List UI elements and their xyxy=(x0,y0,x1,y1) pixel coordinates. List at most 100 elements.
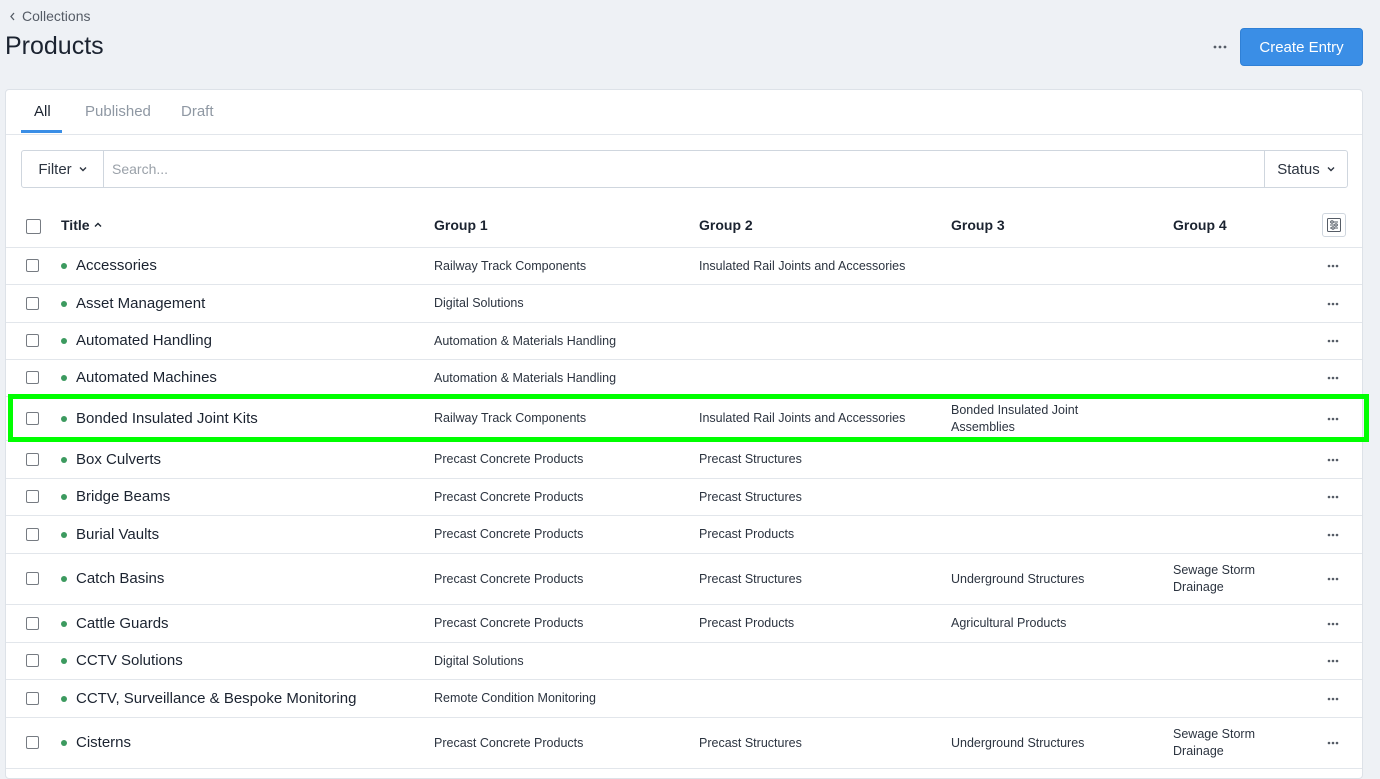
ellipsis-icon xyxy=(1327,264,1339,268)
tab-all[interactable]: All xyxy=(34,103,51,120)
table-row[interactable]: Asset Management Digital Solutions xyxy=(6,285,1362,323)
row-checkbox[interactable] xyxy=(26,572,39,585)
more-options-button[interactable] xyxy=(1208,38,1232,56)
row-actions-button[interactable] xyxy=(1323,528,1343,542)
filter-label: Filter xyxy=(38,160,72,178)
row-actions-button[interactable] xyxy=(1323,490,1343,504)
group2-cell: Precast Structures xyxy=(699,489,802,504)
row-checkbox[interactable] xyxy=(26,616,39,630)
row-checkbox[interactable] xyxy=(26,334,39,347)
ellipsis-icon xyxy=(1327,659,1339,663)
entry-title-link[interactable]: Box Culverts xyxy=(76,451,161,468)
group1-cell: Railway Track Components xyxy=(434,258,587,273)
table-row[interactable]: CCTV, Surveillance & Bespoke Monitoring … xyxy=(6,680,1362,718)
entry-title-link[interactable]: Cisterns xyxy=(76,734,131,751)
row-checkbox[interactable] xyxy=(26,452,39,466)
filter-button[interactable]: Filter xyxy=(22,151,104,187)
group2-cell: Precast Structures xyxy=(699,735,802,750)
ellipsis-icon xyxy=(1327,577,1339,581)
status-dot xyxy=(61,263,67,269)
breadcrumb-collections[interactable]: Collections xyxy=(9,8,90,24)
group3-cell: Underground Structures xyxy=(951,571,1085,586)
row-actions-button[interactable] xyxy=(1323,654,1343,668)
tab-published[interactable]: Published xyxy=(85,103,151,120)
entry-title-link[interactable]: Asset Management xyxy=(76,295,205,312)
row-actions-button[interactable] xyxy=(1323,297,1343,311)
row-actions-button[interactable] xyxy=(1323,692,1343,706)
row-checkbox[interactable] xyxy=(26,371,39,384)
status-dot xyxy=(61,658,67,664)
group1-column-header[interactable]: Group 1 xyxy=(434,217,488,233)
group1-cell: Precast Concrete Products xyxy=(434,489,584,504)
row-actions-button[interactable] xyxy=(1323,453,1343,467)
entry-title-link[interactable]: CCTV, Surveillance & Bespoke Monitoring xyxy=(76,690,356,707)
row-checkbox[interactable] xyxy=(26,736,39,749)
table-row[interactable]: CCTV Solutions Digital Solutions xyxy=(6,643,1362,680)
entry-title-link[interactable]: Cattle Guards xyxy=(76,615,169,632)
tab-bar: All Published Draft xyxy=(6,90,1362,135)
row-actions-button[interactable] xyxy=(1323,736,1343,750)
settings-sliders-icon xyxy=(1327,218,1341,232)
row-actions-button[interactable] xyxy=(1323,371,1343,385)
active-tab-indicator xyxy=(21,130,62,133)
search-bar: Filter Status xyxy=(21,150,1348,188)
group4-column-header[interactable]: Group 4 xyxy=(1173,217,1227,233)
group2-cell: Insulated Rail Joints and Accessories xyxy=(699,411,906,425)
table-row[interactable]: Catch Basins Precast Concrete Products P… xyxy=(6,554,1362,605)
status-dot xyxy=(61,375,67,381)
entry-title-link[interactable]: Bonded Insulated Joint Kits xyxy=(76,410,258,427)
group2-cell: Insulated Rail Joints and Accessories xyxy=(699,258,906,273)
status-dot xyxy=(61,695,67,702)
group3-column-header[interactable]: Group 3 xyxy=(951,217,1005,233)
row-checkbox[interactable] xyxy=(26,296,39,310)
row-checkbox[interactable] xyxy=(26,259,39,272)
row-actions-button[interactable] xyxy=(1323,334,1343,348)
ellipsis-icon xyxy=(1327,339,1339,343)
breadcrumb-label: Collections xyxy=(22,8,91,24)
table-row[interactable]: Automated Handling Automation & Material… xyxy=(6,323,1362,360)
table-row[interactable]: Bridge Beams Precast Concrete Products P… xyxy=(6,479,1362,516)
search-input[interactable] xyxy=(104,151,1264,187)
entry-title-link[interactable]: Automated Machines xyxy=(76,369,217,386)
row-actions-button[interactable] xyxy=(1323,412,1343,426)
table-row[interactable]: Accessories Railway Track Components Ins… xyxy=(6,248,1362,285)
row-checkbox[interactable] xyxy=(26,490,39,503)
entry-title-link[interactable]: Bridge Beams xyxy=(76,488,170,505)
table-row[interactable]: Box Culverts Precast Concrete Products P… xyxy=(6,441,1362,479)
row-actions-button[interactable] xyxy=(1323,259,1343,273)
table-row[interactable]: Burial Vaults Precast Concrete Products … xyxy=(6,516,1362,554)
entry-title-link[interactable]: CCTV Solutions xyxy=(76,652,183,669)
group1-cell: Railway Track Components xyxy=(434,411,587,425)
group1-cell: Precast Concrete Products xyxy=(434,452,584,466)
entries-card: All Published Draft Filter Status Title … xyxy=(5,89,1363,779)
entries-table: Title Group 1 Group 2 Group 3 Group 4 Ac… xyxy=(6,205,1362,769)
row-checkbox[interactable] xyxy=(26,527,39,541)
entry-title-link[interactable]: Burial Vaults xyxy=(76,526,159,543)
table-row[interactable]: Cisterns Precast Concrete Products Preca… xyxy=(6,718,1362,769)
entry-title-link[interactable]: Catch Basins xyxy=(76,570,164,587)
create-entry-button[interactable]: Create Entry xyxy=(1240,28,1363,66)
chevron-down-icon xyxy=(1327,167,1335,172)
group1-cell: Digital Solutions xyxy=(434,296,524,310)
table-row[interactable]: Bonded Insulated Joint Kits Railway Trac… xyxy=(6,397,1362,441)
ellipsis-icon xyxy=(1213,45,1227,49)
row-checkbox[interactable] xyxy=(26,654,39,667)
group1-cell: Automation & Materials Handling xyxy=(434,333,617,348)
ellipsis-icon xyxy=(1327,741,1339,745)
table-row[interactable]: Automated Machines Automation & Material… xyxy=(6,360,1362,397)
row-checkbox[interactable] xyxy=(26,411,39,425)
group2-column-header[interactable]: Group 2 xyxy=(699,217,753,233)
status-filter-button[interactable]: Status xyxy=(1264,151,1347,187)
table-row[interactable]: Cattle Guards Precast Concrete Products … xyxy=(6,605,1362,643)
status-dot xyxy=(61,456,67,463)
ellipsis-icon xyxy=(1327,533,1339,536)
title-column-header[interactable]: Title xyxy=(61,217,102,233)
row-actions-button[interactable] xyxy=(1323,572,1343,586)
tab-draft[interactable]: Draft xyxy=(181,103,214,120)
select-all-checkbox[interactable] xyxy=(26,219,41,234)
entry-title-link[interactable]: Automated Handling xyxy=(76,332,212,349)
row-actions-button[interactable] xyxy=(1323,617,1343,631)
column-settings-button[interactable] xyxy=(1322,213,1346,237)
entry-title-link[interactable]: Accessories xyxy=(76,257,157,274)
row-checkbox[interactable] xyxy=(26,691,39,705)
